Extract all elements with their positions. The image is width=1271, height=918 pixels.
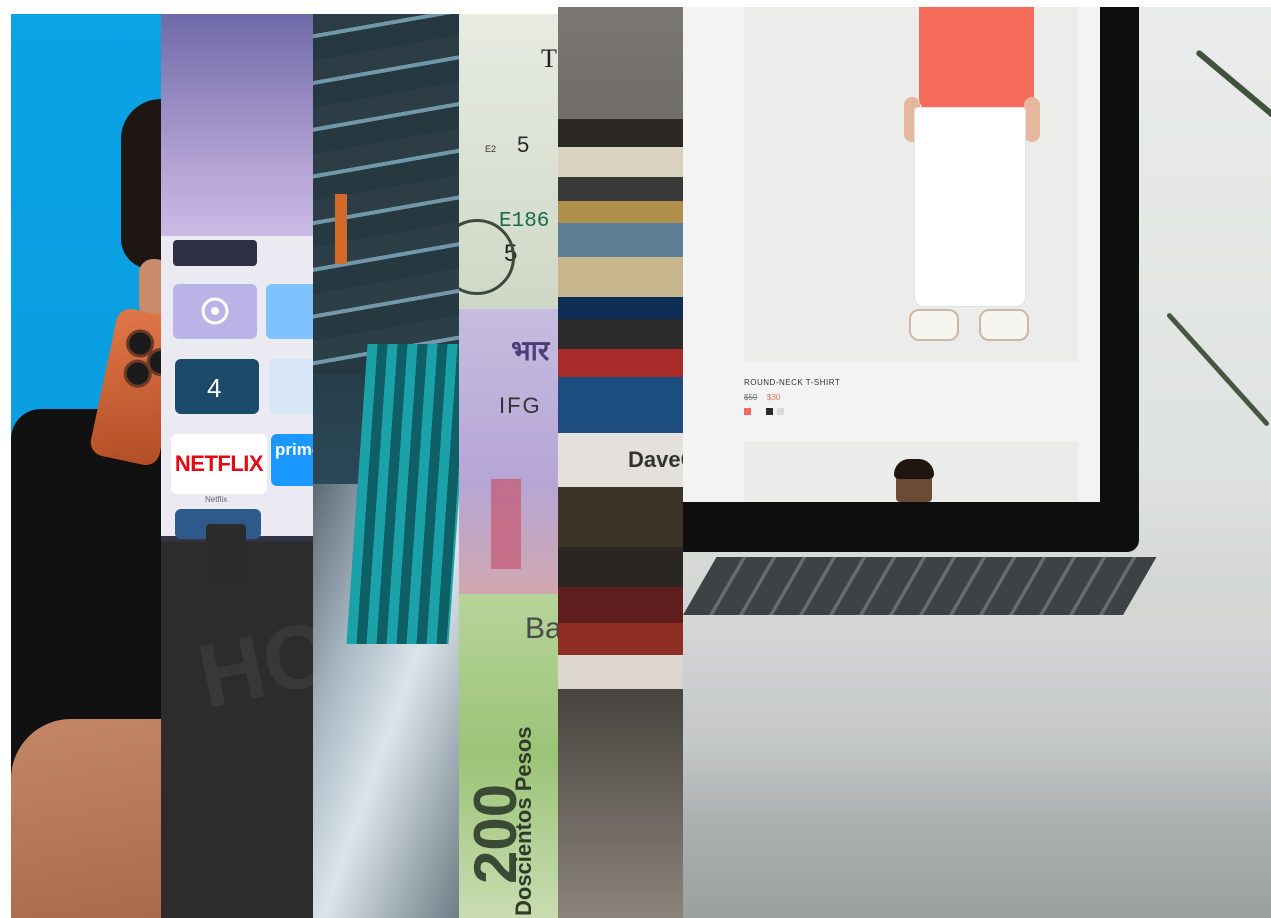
original-price: $59 xyxy=(744,393,758,402)
photo-strip-laptop: ROUND-NECK T-SHIRT $59 $30 xyxy=(683,7,1271,918)
product-photo xyxy=(744,441,1078,502)
photo-strip-books: DaveG xyxy=(558,7,683,918)
book-spine xyxy=(558,223,683,257)
prime-video-app-icon: prime xyxy=(271,434,313,486)
arm xyxy=(1024,97,1040,142)
orange-sign xyxy=(335,194,347,264)
smartphone xyxy=(88,306,161,468)
book-spine xyxy=(558,177,683,201)
tv-app-tile xyxy=(173,240,257,266)
prime-label: prime xyxy=(275,440,313,459)
subway-train xyxy=(346,344,459,644)
us-dollar-note: T E2 5 E186 5 xyxy=(459,14,558,309)
app-tile xyxy=(266,284,313,339)
note-code: E2 xyxy=(485,144,497,154)
note-text: Ba xyxy=(525,612,558,645)
sandal xyxy=(909,309,959,341)
photo-strip-person-phone xyxy=(11,14,161,918)
netflix-label: NETFLIX xyxy=(174,451,264,476)
red-t-shirt xyxy=(919,7,1034,112)
laptop-deck xyxy=(683,615,1271,835)
app-tile xyxy=(269,359,313,414)
laptop-bezel: ROUND-NECK T-SHIRT $59 $30 xyxy=(683,7,1139,552)
book-spine xyxy=(558,297,683,319)
note-denomination: 5 xyxy=(517,132,530,157)
book-spine xyxy=(558,377,683,433)
model-hair xyxy=(894,459,934,479)
photo-strip-subway xyxy=(313,14,459,918)
color-swatch-gray[interactable] xyxy=(777,408,784,415)
note-letter: T xyxy=(541,44,557,73)
book-spine xyxy=(558,587,683,623)
svg-text:4: 4 xyxy=(207,373,221,403)
sandal xyxy=(979,309,1029,341)
photo-strip-banknotes: T E2 5 E186 5 भार IFG Ba 200 Doscientos … xyxy=(459,14,558,918)
plant-leaf xyxy=(1195,49,1271,131)
book-spine xyxy=(558,147,683,177)
netflix-app-icon: NETFLIX xyxy=(171,434,267,494)
photo-strip-tv-apps: 4 NETFLIX Netflix prime HO xyxy=(161,14,313,918)
podcasts-app-icon xyxy=(173,284,257,339)
plant-pot xyxy=(206,524,246,580)
book-spine xyxy=(558,319,683,349)
book-title: DaveG xyxy=(628,447,683,472)
channel4-app-icon: 4 xyxy=(175,359,259,414)
hair xyxy=(121,99,161,269)
ear xyxy=(139,259,161,319)
book-spine xyxy=(558,119,683,147)
book-spine xyxy=(558,655,683,689)
book-spine xyxy=(558,257,683,297)
note-words: Doscientos Pesos xyxy=(511,726,536,916)
tv-cabinet xyxy=(161,542,313,918)
note-pattern xyxy=(491,479,521,569)
book-spine xyxy=(558,487,683,547)
rupee-note: भार IFG xyxy=(459,309,558,594)
product-photo xyxy=(744,7,1078,362)
color-swatch-red[interactable] xyxy=(744,408,751,415)
note-serial: E186 xyxy=(499,210,550,233)
book-spine xyxy=(558,349,683,377)
note-serial: IFG xyxy=(499,393,542,418)
sale-price: $30 xyxy=(767,393,781,402)
white-pants xyxy=(914,107,1026,307)
note-script: भार xyxy=(511,335,550,366)
book-spine xyxy=(558,201,683,223)
netflix-caption: Netflix xyxy=(205,495,228,504)
product-name[interactable]: ROUND-NECK T-SHIRT xyxy=(744,378,840,387)
color-swatch-black[interactable] xyxy=(766,408,773,415)
book-spine xyxy=(558,547,683,587)
peso-note: Ba 200 Doscientos Pesos xyxy=(459,594,558,918)
book-spine xyxy=(558,623,683,655)
laptop-keyboard xyxy=(683,557,1157,615)
arm xyxy=(11,719,161,918)
plant-leaf xyxy=(1165,312,1271,427)
laptop-screen: ROUND-NECK T-SHIRT $59 $30 xyxy=(683,7,1100,502)
